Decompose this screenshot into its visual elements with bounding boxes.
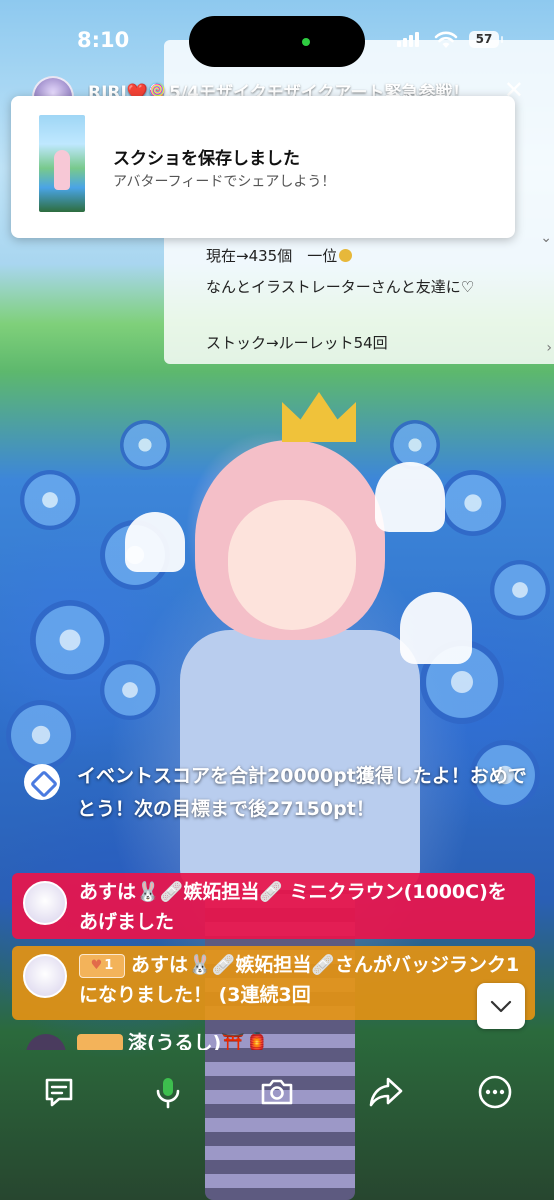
next-message-text: 漆(うるし)⛩️🏮: [128, 1032, 269, 1050]
toast-subtitle: アバターフィードでシェアしよう！: [113, 174, 336, 190]
description-line-rank: 現在→435個 一位: [206, 245, 353, 266]
scroll-to-latest-button[interactable]: [477, 983, 525, 1029]
screenshot-saved-toast[interactable]: スクショを保存しました アバターフィードでシェアしよう！: [11, 96, 515, 238]
description-line-friend: なんとイラストレーターさんと友達に♡: [206, 278, 475, 296]
status-time: 8:10: [77, 28, 130, 52]
chevron-down-icon[interactable]: ⌄: [540, 230, 552, 246]
chat-user-avatar[interactable]: [26, 1034, 66, 1050]
chat-user-avatar[interactable]: [23, 954, 67, 998]
cellular-signal-icon: [397, 32, 419, 47]
dynamic-island: [189, 16, 365, 67]
toast-title: スクショを保存しました: [113, 149, 300, 169]
gift-message-text: あすは🐰🩹嫉妬担当🩹 ミニクラウン(1000C)をあげました: [79, 881, 507, 933]
battery-indicator: 57: [469, 31, 503, 48]
medal-icon: [339, 249, 353, 262]
badge-rank: ♥ 1: [79, 954, 125, 978]
chat-badge-message[interactable]: ♥ 1 あすは🐰🩹嫉妬担当🩹さんがバッジランク1になりました！ (3連続3回: [12, 946, 535, 1020]
wifi-icon: [434, 31, 458, 48]
share-button[interactable]: [366, 1072, 406, 1112]
chat-gift-message[interactable]: あすは🐰🩹嫉妬担当🩹 ミニクラウン(1000C)をあげました: [12, 873, 535, 939]
badge-message-row: ♥ 1 あすは🐰🩹嫉妬担当🩹さんがバッジランク1になりました！ (3連続3回: [79, 950, 524, 1010]
comment-button[interactable]: [39, 1072, 79, 1112]
microphone-button[interactable]: [148, 1072, 188, 1112]
heart-icon: ♥: [90, 958, 103, 973]
chevron-down-icon: [490, 1000, 512, 1013]
chevron-right-icon[interactable]: ›: [546, 340, 552, 356]
badge-message-text: あすは🐰🩹嫉妬担当🩹さんがバッジランク1になりました！ (3連続3回: [79, 954, 520, 1006]
screenshot-thumbnail[interactable]: [39, 115, 85, 212]
chat-user-avatar[interactable]: [23, 881, 67, 925]
description-line-stock: ストック→ルーレット54回: [206, 334, 388, 352]
more-icon: [478, 1075, 512, 1109]
event-message-text: イベントスコアを合計20000pt獲得したよ！おめでとう！次の目標まで後2715…: [77, 765, 527, 820]
more-button[interactable]: [475, 1072, 515, 1112]
camera-indicator-dot: [302, 38, 310, 46]
badge-rank: [77, 1034, 123, 1050]
camera-button[interactable]: [257, 1072, 297, 1112]
microphone-icon: [156, 1078, 180, 1109]
event-score-icon: [24, 764, 60, 800]
share-icon: [369, 1077, 403, 1107]
chat-next-message: 漆(うるし)⛩️🏮: [22, 1030, 322, 1050]
comment-icon: [45, 1078, 73, 1107]
camera-icon: [261, 1079, 293, 1105]
badge-rank-label: 1: [104, 958, 114, 973]
